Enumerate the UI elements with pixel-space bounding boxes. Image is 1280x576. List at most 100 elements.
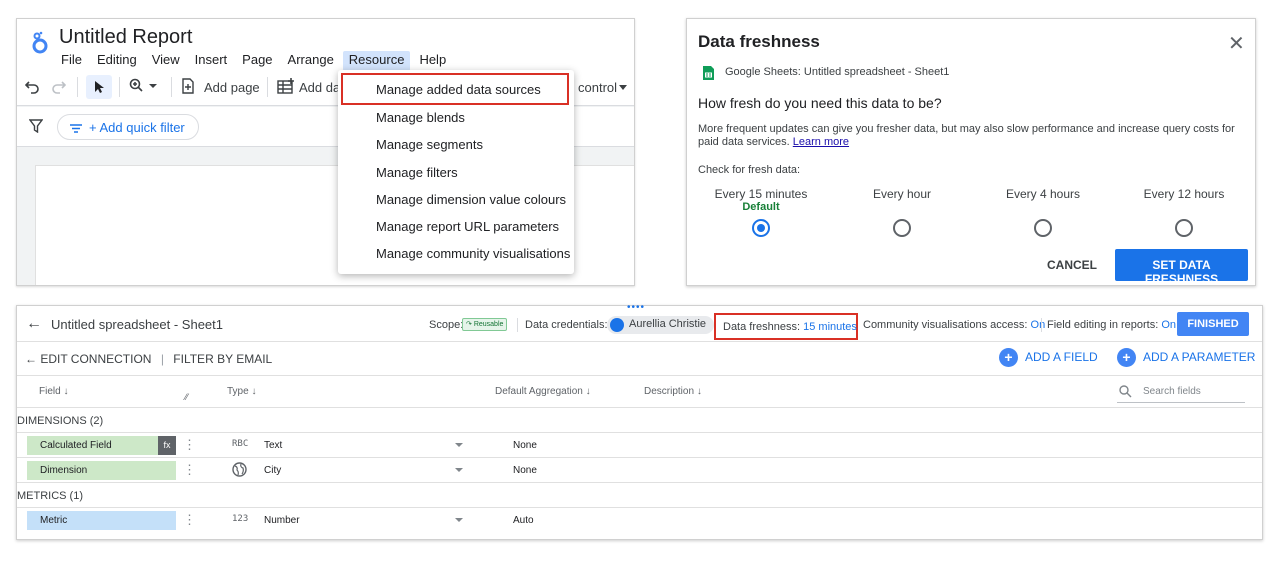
- menu-item-manage-dimension-colours[interactable]: Manage dimension value colours: [376, 192, 566, 207]
- data-source-header: ← Untitled spreadsheet - Sheet1 •••• Sco…: [17, 302, 1262, 342]
- default-label: Default: [742, 201, 780, 213]
- set-data-freshness-button[interactable]: SET DATA FRESHNESS: [1115, 249, 1248, 286]
- menu-help[interactable]: Help: [419, 51, 446, 71]
- credentials-user-name: Aurellia Christie: [629, 318, 707, 330]
- toolbar-divider: [267, 77, 268, 97]
- data-source-title[interactable]: Untitled spreadsheet - Sheet1: [51, 317, 223, 332]
- sort-arrow-icon: ↓: [585, 386, 591, 397]
- plus-icon: +: [999, 348, 1018, 367]
- menu-page[interactable]: Page: [242, 51, 272, 71]
- radio-4-hours[interactable]: [1034, 219, 1052, 237]
- menu-resource[interactable]: Resource: [342, 51, 411, 71]
- column-description[interactable]: Description ↓: [644, 386, 702, 397]
- field-type[interactable]: City: [264, 465, 281, 476]
- close-icon[interactable]: ✕: [1228, 31, 1245, 56]
- add-parameter-label: ADD A PARAMETER: [1143, 350, 1256, 364]
- field-name: Dimension: [40, 465, 88, 476]
- resize-handle-icon[interactable]: ⁄⁄: [185, 392, 188, 402]
- more-vert-icon[interactable]: ⋮: [183, 512, 196, 528]
- radio-15-min[interactable]: [752, 219, 770, 237]
- field-aggregation[interactable]: None: [513, 440, 537, 451]
- add-control-button[interactable]: control: [578, 80, 617, 95]
- avatar: [610, 318, 624, 332]
- back-arrow-icon: ←: [25, 352, 41, 366]
- add-field-label: ADD A FIELD: [1025, 350, 1098, 364]
- zoom-icon[interactable]: [129, 78, 159, 94]
- column-aggregation[interactable]: Default Aggregation ↓: [495, 386, 591, 397]
- menu-arrange[interactable]: Arrange: [288, 51, 334, 71]
- report-title[interactable]: Untitled Report: [59, 26, 192, 49]
- column-field[interactable]: Field ↓: [39, 386, 68, 397]
- menu-item-manage-community-visualisations[interactable]: Manage community visualisations: [376, 246, 570, 261]
- menu-view[interactable]: View: [152, 51, 180, 71]
- field-name-chip[interactable]: Calculated Field: [27, 436, 176, 455]
- field-editing-value: On: [1161, 319, 1177, 331]
- option-label-hour: Every hour: [872, 187, 932, 201]
- reusable-badge[interactable]: ↷ Reusable: [462, 318, 508, 331]
- add-quick-filter-label: + Add quick filter: [89, 120, 185, 135]
- field-name-chip[interactable]: Dimension: [27, 461, 176, 480]
- column-type-label: Type: [227, 386, 249, 397]
- data-freshness-link[interactable]: Data freshness: 15 minutes: [714, 313, 858, 340]
- drag-handle-icon[interactable]: ••••: [627, 302, 645, 313]
- formula-fx-icon[interactable]: fx: [158, 436, 176, 455]
- data-source-name: Google Sheets: Untitled spreadsheet - Sh…: [725, 66, 950, 78]
- add-data-icon[interactable]: [277, 78, 295, 94]
- menu-insert[interactable]: Insert: [195, 51, 228, 71]
- field-aggregation[interactable]: Auto: [513, 515, 534, 526]
- data-freshness-value: 15 minutes: [803, 321, 857, 333]
- sort-arrow-icon: ↓: [251, 386, 257, 397]
- add-parameter-button[interactable]: + ADD A PARAMETER: [1117, 348, 1256, 367]
- resource-menu-dropdown: Manage added data sources Manage blends …: [338, 70, 574, 274]
- radio-hour[interactable]: [893, 219, 911, 237]
- menu-item-manage-url-parameters[interactable]: Manage report URL parameters: [376, 219, 559, 234]
- toolbar-divider: [171, 77, 172, 97]
- dimensions-header: DIMENSIONS (2): [17, 408, 1262, 433]
- edit-connection[interactable]: ← EDIT CONNECTION | FILTER BY EMAIL: [25, 352, 272, 366]
- plus-icon: +: [1117, 348, 1136, 367]
- menu-item-manage-filters[interactable]: Manage filters: [376, 165, 458, 180]
- chevron-down-icon[interactable]: [619, 85, 627, 90]
- filter-by-email-link[interactable]: FILTER BY EMAIL: [173, 352, 272, 366]
- community-access[interactable]: Community visualisations access: On: [863, 319, 1045, 331]
- more-vert-icon[interactable]: ⋮: [183, 462, 196, 478]
- search-fields-input[interactable]: Search fields: [1117, 383, 1245, 403]
- field-editing[interactable]: Field editing in reports: On: [1047, 319, 1176, 331]
- field-type[interactable]: Number: [264, 515, 300, 526]
- add-quick-filter-button[interactable]: + Add quick filter: [57, 114, 199, 140]
- type-dropdown-arrow-icon[interactable]: [455, 443, 463, 447]
- learn-more-link[interactable]: Learn more: [793, 136, 849, 148]
- redo-icon[interactable]: [52, 78, 66, 94]
- menu-bar: File Editing View Insert Page Arrange Re…: [61, 51, 461, 71]
- search-icon: [1119, 385, 1132, 398]
- toolbar-divider: [119, 77, 120, 97]
- add-field-button[interactable]: + ADD A FIELD: [999, 348, 1098, 367]
- radio-12-hours[interactable]: [1175, 219, 1193, 237]
- back-arrow-icon[interactable]: ←: [26, 315, 42, 333]
- finished-button[interactable]: FINISHED: [1177, 312, 1249, 336]
- cancel-button[interactable]: CANCEL: [1047, 258, 1097, 272]
- more-vert-icon[interactable]: ⋮: [183, 437, 196, 453]
- field-name-chip[interactable]: Metric: [27, 511, 176, 530]
- menu-item-manage-blends[interactable]: Manage blends: [376, 110, 465, 125]
- field-type[interactable]: Text: [264, 440, 282, 451]
- menu-file[interactable]: File: [61, 51, 82, 71]
- select-tool-button[interactable]: [86, 75, 112, 99]
- menu-item-manage-segments[interactable]: Manage segments: [376, 137, 483, 152]
- type-dropdown-arrow-icon[interactable]: [455, 468, 463, 472]
- add-page-button[interactable]: Add page: [204, 80, 260, 95]
- field-aggregation[interactable]: None: [513, 465, 537, 476]
- filter-icon[interactable]: [29, 119, 43, 133]
- number-type-icon: 123: [232, 514, 249, 524]
- add-page-icon[interactable]: [181, 78, 195, 94]
- menu-item-manage-data-sources[interactable]: Manage added data sources: [376, 82, 541, 97]
- column-headers: Field ↓ ⁄⁄ Type ↓ Default Aggregation ↓ …: [17, 376, 1262, 408]
- credentials-user-chip[interactable]: Aurellia Christie: [607, 316, 715, 334]
- credentials-label: Data credentials:: [525, 319, 608, 331]
- menu-editing[interactable]: Editing: [97, 51, 137, 71]
- undo-icon[interactable]: [25, 78, 39, 94]
- type-dropdown-arrow-icon[interactable]: [455, 518, 463, 522]
- freshness-question: How fresh do you need this data to be?: [698, 95, 942, 111]
- column-type[interactable]: Type ↓: [227, 386, 256, 397]
- data-freshness-label: Data freshness:: [723, 321, 801, 333]
